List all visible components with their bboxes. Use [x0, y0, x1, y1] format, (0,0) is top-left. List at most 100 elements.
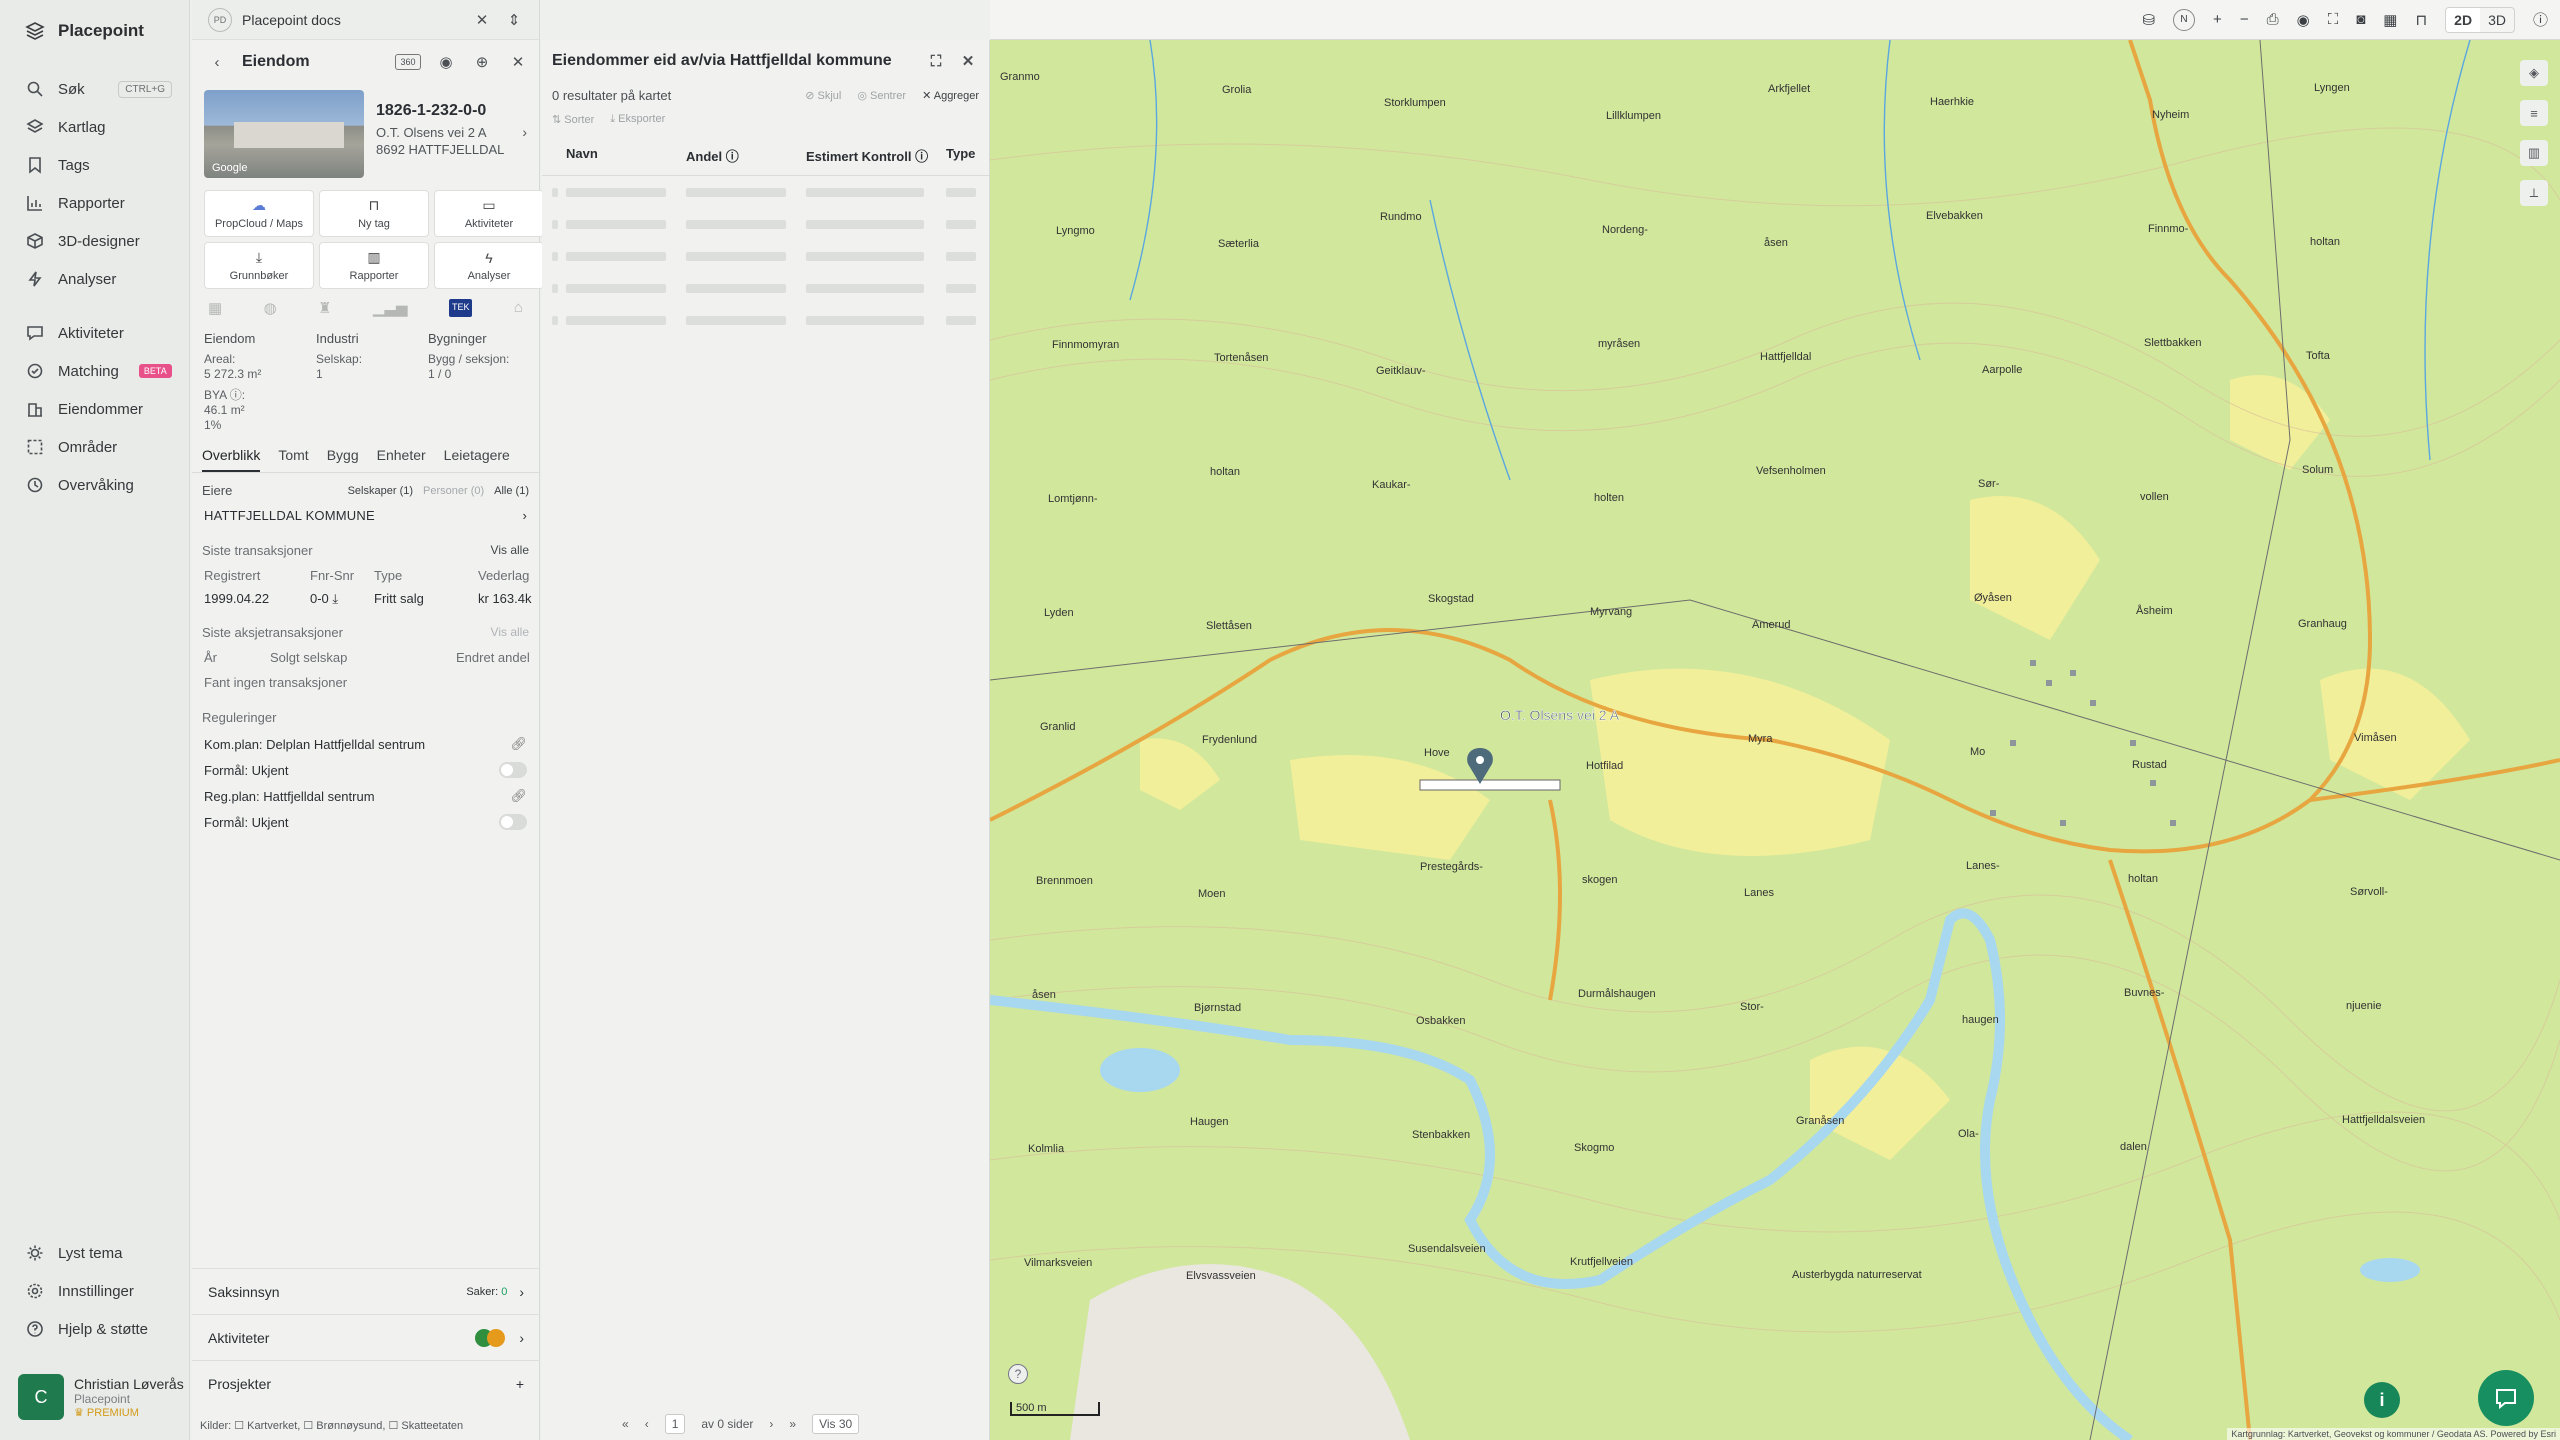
land-registry-button[interactable]: ⤓ Grunnbøker [204, 242, 314, 289]
chat-button[interactable] [2478, 1370, 2534, 1426]
close-icon[interactable]: ✕ [957, 50, 979, 72]
tab-leietagere[interactable]: Leietagere [444, 447, 510, 472]
owner-row[interactable]: HATTFJELLDAL KOMMUNE › [192, 502, 539, 529]
compass-icon[interactable]: N [2173, 8, 2196, 31]
info-button[interactable]: i [2364, 1382, 2400, 1418]
tab-tomt[interactable]: Tomt [278, 447, 308, 472]
measure-icon[interactable]: ⟂ [2520, 180, 2548, 206]
reports-button[interactable]: ▥ Rapporter [319, 242, 429, 289]
plus-icon[interactable]: + [516, 1376, 524, 1392]
regulation-toggle[interactable] [499, 762, 527, 778]
page-size-select[interactable]: Vis 30 [812, 1414, 860, 1434]
nav-item-light-theme[interactable]: Lyst tema [0, 1236, 190, 1270]
saksinnsyn-accordion[interactable]: Saksinnsyn Saker: 0 › [192, 1268, 540, 1314]
page-input[interactable]: 1 [664, 1414, 686, 1434]
property-summary[interactable]: Google 1826-1-232-0-0 O.T. Olsens vei 2 … [192, 84, 539, 184]
regulation-toggle[interactable] [499, 814, 527, 830]
fullscreen-icon[interactable]: ⛶ [2328, 11, 2339, 28]
tab-bygg[interactable]: Bygg [327, 447, 359, 472]
regulation-row[interactable]: Kom.plan: Delplan Hattfjelldal sentrum 🔗… [192, 731, 539, 757]
bar-chart-icon[interactable]: ▁▃▅ [373, 299, 408, 317]
nav-item-analyser[interactable]: Analyser [0, 262, 190, 296]
close-icon[interactable]: ✕ [507, 51, 529, 73]
street-view-360-icon[interactable]: 360 [395, 54, 421, 70]
map-canvas[interactable]: Granmo Grolia Storklumpen Lillklumpen Arkfje… [990, 40, 2560, 1440]
nav-item-aktiviteter[interactable]: Aktiviteter [0, 316, 190, 350]
help-icon[interactable]: ? [1008, 1364, 1028, 1384]
new-tag-button[interactable]: ⊓ Ny tag [319, 190, 429, 237]
doc-name[interactable]: Placepoint docs [242, 12, 461, 28]
grid-icon[interactable]: ▦ [208, 299, 222, 317]
layers-stack-icon[interactable]: ⛁ [2142, 11, 2155, 29]
next-page-icon[interactable]: › [769, 1417, 773, 1431]
basemap-icon[interactable]: ◈ [2520, 60, 2548, 86]
see-all-share-transactions-link[interactable]: Vis alle [491, 625, 529, 640]
fullscreen-icon[interactable]: ⛶ [925, 50, 947, 72]
nav-item-kartlag[interactable]: Kartlag [0, 110, 190, 144]
nav-item-tags[interactable]: Tags [0, 148, 190, 182]
tab-enheter[interactable]: Enheter [377, 447, 426, 472]
activities-button[interactable]: ▭ Aktiviteter [434, 190, 544, 237]
locate-icon[interactable]: ⊕ [471, 51, 493, 73]
link-icon[interactable]: 🔗︎ [510, 788, 527, 804]
first-page-icon[interactable]: « [622, 1417, 629, 1431]
chevron-right-icon[interactable]: › [522, 124, 527, 140]
eye-icon[interactable]: ◉ [2297, 11, 2310, 29]
bookmark-icon[interactable]: ⊓ [2415, 11, 2427, 29]
nav-item-search[interactable]: Søk CTRL+G [0, 72, 190, 106]
aggregate-button[interactable]: ✕ Aggreger [922, 89, 979, 102]
nav-item-eiendommer[interactable]: Eiendommer [0, 392, 190, 426]
mode-2d-button[interactable]: 2D [2446, 7, 2481, 32]
print-icon[interactable]: ⎙ [2267, 11, 2279, 28]
nav-item-overvaking[interactable]: Overvåking [0, 468, 190, 502]
grid-icon[interactable]: ▦ [2383, 11, 2397, 29]
table-row[interactable]: 1999.04.22 0-0 ⤓ Fritt salg kr 163.4k [192, 587, 539, 611]
globe-icon[interactable]: ◍ [264, 299, 277, 317]
propcloud-maps-button[interactable]: ☁ PropCloud / Maps [204, 190, 314, 237]
nav-item-settings[interactable]: Innstillinger [0, 1274, 190, 1308]
eye-icon[interactable]: ◉ [435, 51, 457, 73]
mode-3d-button[interactable]: 3D [2480, 8, 2514, 32]
tek-icon[interactable]: TEK [448, 299, 473, 317]
zoom-out-icon[interactable]: − [2240, 11, 2249, 28]
chart-icon[interactable]: ▥ [2520, 140, 2548, 166]
regulation-row[interactable]: Reg.plan: Hattfjelldal sentrum 🔗︎ [192, 783, 539, 809]
info-icon[interactable]: ⓘ [2533, 9, 2548, 30]
factory-icon[interactable]: ♜ [318, 299, 331, 317]
app-brand[interactable]: Placepoint [0, 0, 189, 62]
home-icon[interactable]: ⌂ [514, 299, 523, 317]
col-header-andel[interactable]: Andel ⓘ [686, 146, 806, 165]
activities-accordion[interactable]: Aktiviteter › [192, 1314, 540, 1360]
place-label: Nyheim [2152, 109, 2189, 121]
back-icon[interactable]: ‹ [206, 51, 228, 73]
col-header-kontroll[interactable]: Estimert Kontroll ⓘ [806, 146, 946, 165]
nav-item-rapporter[interactable]: Rapporter [0, 186, 190, 220]
filter-all[interactable]: Alle (1) [494, 485, 529, 497]
nav-item-omrader[interactable]: Områder [0, 430, 190, 464]
col-header-navn[interactable]: Navn [566, 146, 686, 165]
filter-companies[interactable]: Selskaper (1) [348, 485, 413, 497]
tab-overblikk[interactable]: Overblikk [202, 447, 261, 472]
table-row [542, 272, 989, 304]
sort-button[interactable]: ⇅ Sorter [552, 113, 594, 126]
prev-page-icon[interactable]: ‹ [645, 1417, 649, 1431]
hide-button[interactable]: ⊘ Skjul [805, 89, 841, 102]
last-page-icon[interactable]: » [789, 1417, 796, 1431]
user-profile[interactable]: C Christian Løverås Placepoint ♛ PREMIUM [18, 1374, 184, 1420]
layers-icon[interactable]: ≡ [2520, 100, 2548, 126]
filter-persons[interactable]: Personer (0) [423, 485, 484, 497]
projects-accordion[interactable]: Prosjekter + [192, 1360, 540, 1406]
center-button[interactable]: ◎ Sentrer [857, 89, 906, 102]
analyses-button[interactable]: ϟ Analyser [434, 242, 544, 289]
expand-collapse-icon[interactable]: ⇕ [503, 9, 525, 31]
property-photo[interactable]: Google [204, 90, 364, 178]
zoom-in-icon[interactable]: + [2213, 11, 2222, 28]
see-all-transactions-link[interactable]: Vis alle [491, 543, 529, 558]
close-icon[interactable]: ✕ [471, 9, 493, 31]
camera-icon[interactable]: ◙ [2356, 11, 2365, 28]
nav-item-help[interactable]: Hjelp & støtte [0, 1312, 190, 1346]
link-icon[interactable]: 🔗︎ [510, 736, 527, 752]
export-button[interactable]: ⤓ Eksporter [610, 113, 665, 126]
nav-item-matching[interactable]: Matching BETA [0, 354, 190, 388]
nav-item-3d-designer[interactable]: 3D-designer [0, 224, 190, 258]
